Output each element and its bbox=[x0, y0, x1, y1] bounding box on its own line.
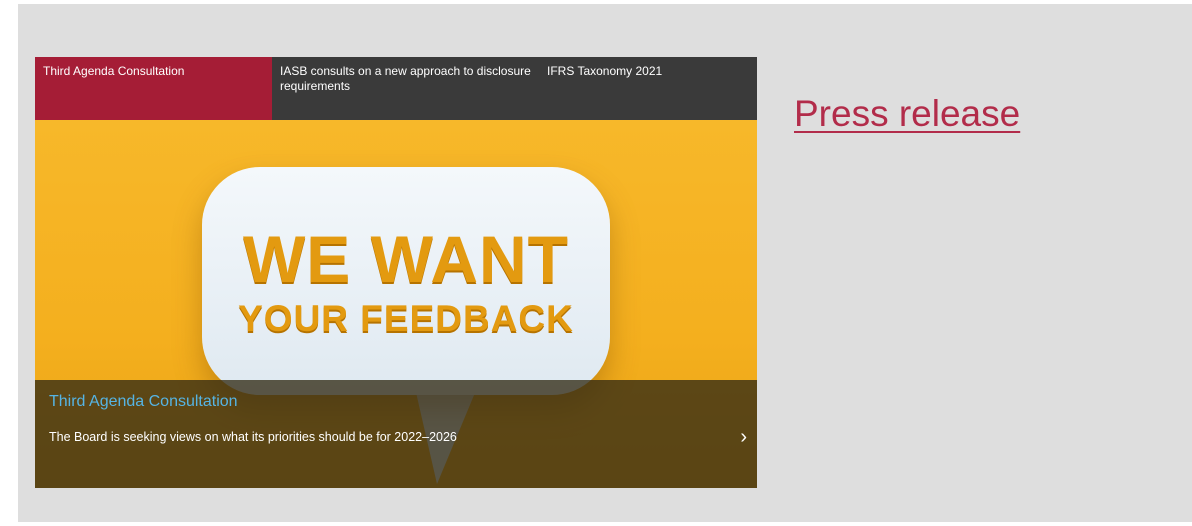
tab-third-agenda-consultation[interactable]: Third Agenda Consultation bbox=[35, 57, 272, 130]
hero-headline-line1: WE WANT bbox=[243, 222, 569, 296]
caption-title[interactable]: Third Agenda Consultation bbox=[49, 393, 238, 411]
carousel-tabs: Third Agenda Consultation IASB consults … bbox=[35, 57, 757, 130]
caption-text: The Board is seeking views on what its p… bbox=[49, 430, 457, 444]
press-release-link[interactable]: Press release bbox=[794, 93, 1020, 135]
news-carousel: Third Agenda Consultation IASB consults … bbox=[35, 57, 757, 488]
slide-caption[interactable]: Third Agenda Consultation The Board is s… bbox=[35, 380, 757, 488]
tab-ifrs-taxonomy-2021[interactable]: IFRS Taxonomy 2021 bbox=[539, 57, 757, 120]
tab-disclosure-requirements[interactable]: IASB consults on a new approach to discl… bbox=[272, 57, 539, 120]
speech-bubble: WE WANT YOUR FEEDBACK bbox=[202, 167, 610, 395]
hero-headline-line2: YOUR FEEDBACK bbox=[238, 298, 574, 339]
chevron-right-icon[interactable]: › bbox=[740, 426, 747, 449]
